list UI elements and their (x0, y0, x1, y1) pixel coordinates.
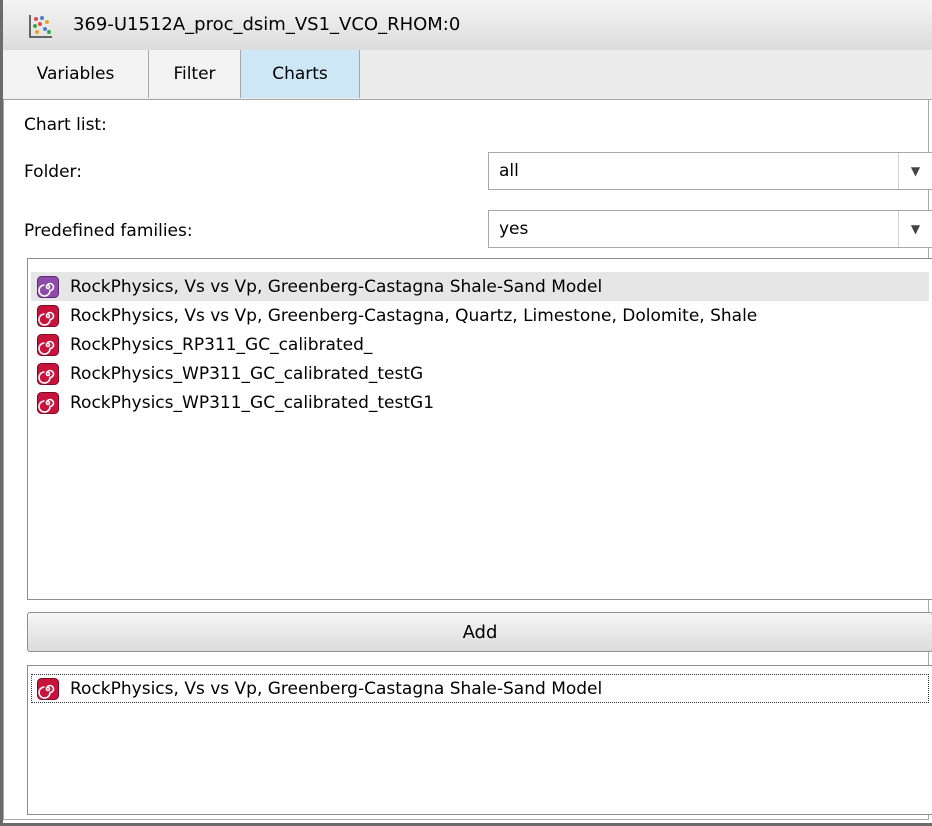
chart-list-label: Chart list: (24, 115, 107, 135)
list-item[interactable]: RockPhysics_WP311_GC_calibrated_testG (31, 359, 929, 388)
add-button[interactable]: Add (27, 612, 932, 652)
chart-name: RockPhysics_WP311_GC_calibrated_testG (70, 364, 423, 384)
tab-strip: Variables Filter Charts (3, 50, 932, 100)
list-item[interactable]: RockPhysics_WP311_GC_calibrated_testG1 (31, 388, 929, 417)
chart-name: RockPhysics_RP311_GC_calibrated_ (70, 335, 372, 355)
chevron-down-icon[interactable]: ▼ (898, 153, 932, 189)
chart-name: RockPhysics, Vs vs Vp, Greenberg-Castagn… (70, 277, 602, 297)
spiral-chart-icon (37, 305, 59, 327)
list-item[interactable]: RockPhysics, Vs vs Vp, Greenberg-Castagn… (31, 272, 929, 301)
chart-name: RockPhysics, Vs vs Vp, Greenberg-Castagn… (70, 679, 602, 699)
folder-label: Folder: (24, 162, 82, 182)
list-item[interactable]: RockPhysics_RP311_GC_calibrated_ (31, 330, 929, 359)
spiral-chart-icon (37, 678, 59, 700)
available-charts-list[interactable]: RockPhysics, Vs vs Vp, Greenberg-Castagn… (27, 258, 932, 600)
predefined-families-dropdown[interactable]: yes ▼ (488, 210, 932, 248)
chart-name: RockPhysics_WP311_GC_calibrated_testG1 (70, 393, 434, 413)
charts-panel: Chart list: Folder: all ▼ Predefined fam… (3, 100, 929, 820)
predefined-families-label: Predefined families: (24, 221, 193, 241)
predefined-families-value: yes (499, 219, 528, 239)
spiral-chart-icon (37, 334, 59, 356)
selected-charts-list[interactable]: RockPhysics, Vs vs Vp, Greenberg-Castagn… (27, 665, 932, 815)
tab-variables[interactable]: Variables (3, 50, 149, 98)
folder-value: all (499, 161, 519, 181)
folder-dropdown[interactable]: all ▼ (488, 152, 932, 190)
title-bar: 369-U1512A_proc_dsim_VS1_VCO_RHOM:0 (3, 0, 932, 51)
spiral-chart-icon (37, 276, 59, 298)
spiral-chart-icon (37, 363, 59, 385)
tab-filter[interactable]: Filter (149, 50, 241, 98)
list-item[interactable]: RockPhysics, Vs vs Vp, Greenberg-Castagn… (31, 674, 929, 703)
scatter-plot-icon (28, 13, 54, 39)
chart-name: RockPhysics, Vs vs Vp, Greenberg-Castagn… (70, 306, 757, 326)
list-item[interactable]: RockPhysics, Vs vs Vp, Greenberg-Castagn… (31, 301, 929, 330)
spiral-chart-icon (37, 392, 59, 414)
tab-charts[interactable]: Charts (240, 50, 360, 98)
chevron-down-icon[interactable]: ▼ (898, 211, 932, 247)
window-title: 369-U1512A_proc_dsim_VS1_VCO_RHOM:0 (73, 14, 460, 35)
